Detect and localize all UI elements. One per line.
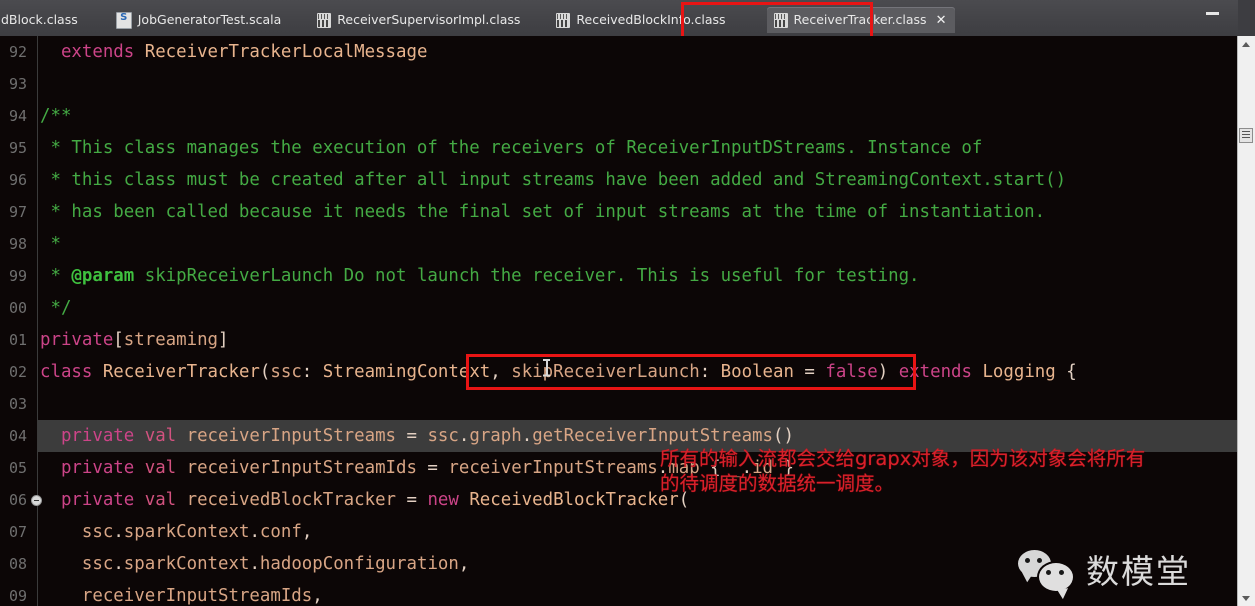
class-file-icon [317, 12, 332, 28]
editor-tab-receivertracker-class[interactable]: ReceiverTracker.class ✕ [766, 7, 956, 33]
ide-window: dBlock.class JobGeneratorTest.scala Receiv… [0, 0, 1255, 606]
code-line[interactable]: * this class must be created after all i… [38, 164, 1066, 196]
line-number: 07 [8, 523, 27, 541]
editor-tab-receivedblockinfo-class[interactable]: ReceivedBlockInfo.class [549, 7, 734, 33]
editor-tab-jobgeneratortest-scala[interactable]: JobGeneratorTest.scala [109, 7, 291, 33]
line-number: 95 [8, 139, 27, 157]
line-number: 00 [8, 299, 27, 317]
code-line[interactable]: * [38, 228, 60, 260]
line-number: 97 [8, 203, 27, 221]
code-line[interactable]: * has been called because it needs the f… [38, 196, 1045, 228]
code-line[interactable]: private val receivedBlockTracker = new R… [38, 484, 689, 516]
line-number: 96 [8, 171, 27, 189]
line-number: 06 [8, 491, 27, 509]
code-line[interactable]: /** [38, 100, 71, 132]
editor-tab-receiversupervisorimpl-class[interactable]: ReceiverSupervisorImpl.class [310, 7, 529, 33]
line-number: 05 [8, 459, 27, 477]
code-line[interactable]: ssc.sparkContext.conf, [38, 516, 312, 548]
code-line[interactable]: private[streaming] [38, 324, 229, 356]
tab-label: JobGeneratorTest.scala [137, 11, 282, 27]
code-line[interactable] [38, 68, 40, 100]
editor-tab-dblock-class[interactable]: dBlock.class [0, 7, 87, 33]
class-file-icon [556, 12, 571, 28]
code-line[interactable]: private val receiverInputStreamIds = rec… [38, 452, 794, 484]
line-number: 92 [8, 43, 27, 61]
code-line[interactable]: */ [38, 292, 71, 324]
scrollbar-marker-icon[interactable] [1239, 128, 1253, 143]
code-content[interactable]: extends ReceiverTrackerLocalMessage /** *… [38, 36, 1238, 606]
line-number: 93 [8, 75, 27, 93]
scroll-up-arrow-icon[interactable] [1238, 36, 1255, 52]
code-line[interactable]: extends ReceiverTrackerLocalMessage [38, 36, 427, 68]
tabbar-corner [1238, 0, 1255, 36]
code-line[interactable]: receiverInputStreamIds, [38, 580, 323, 606]
code-line[interactable]: * This class manages the execution of th… [38, 132, 982, 164]
editor-tab-bar: dBlock.class JobGeneratorTest.scala Receiv… [0, 0, 1255, 37]
tab-close-icon[interactable]: ✕ [936, 14, 947, 27]
line-number-gutter: 9293949596979899000102030405060708091011… [0, 36, 42, 606]
scroll-down-arrow-icon[interactable] [1238, 590, 1255, 606]
tab-label: dBlock.class [1, 11, 78, 27]
code-line[interactable]: private val receiverInputStreams = ssc.g… [38, 420, 1238, 452]
line-number: 04 [8, 427, 27, 445]
line-number: 94 [8, 107, 27, 125]
code-line[interactable] [38, 388, 40, 420]
line-number: 08 [8, 555, 27, 573]
line-number: 03 [8, 395, 27, 413]
code-editor[interactable]: 9293949596979899000102030405060708091011… [0, 36, 1255, 606]
line-number: 01 [8, 331, 27, 349]
code-line[interactable]: ssc.sparkContext.hadoopConfiguration, [38, 548, 469, 580]
class-file-icon [773, 12, 788, 28]
tab-label: ReceiverSupervisorImpl.class [337, 11, 521, 27]
line-number: 02 [8, 363, 27, 381]
tab-label: ReceiverTracker.class [793, 11, 927, 27]
vertical-scrollbar[interactable] [1237, 36, 1255, 606]
line-number: 09 [8, 587, 27, 605]
line-number: 98 [8, 235, 27, 253]
minimize-button[interactable] [1206, 12, 1219, 15]
tab-label: ReceivedBlockInfo.class [576, 11, 726, 27]
scala-file-icon [115, 11, 132, 29]
line-number: 99 [8, 267, 27, 285]
code-line[interactable]: class ReceiverTracker(ssc: StreamingCont… [38, 356, 1077, 388]
code-line[interactable]: * @param skipReceiverLaunch Do not launc… [38, 260, 919, 292]
